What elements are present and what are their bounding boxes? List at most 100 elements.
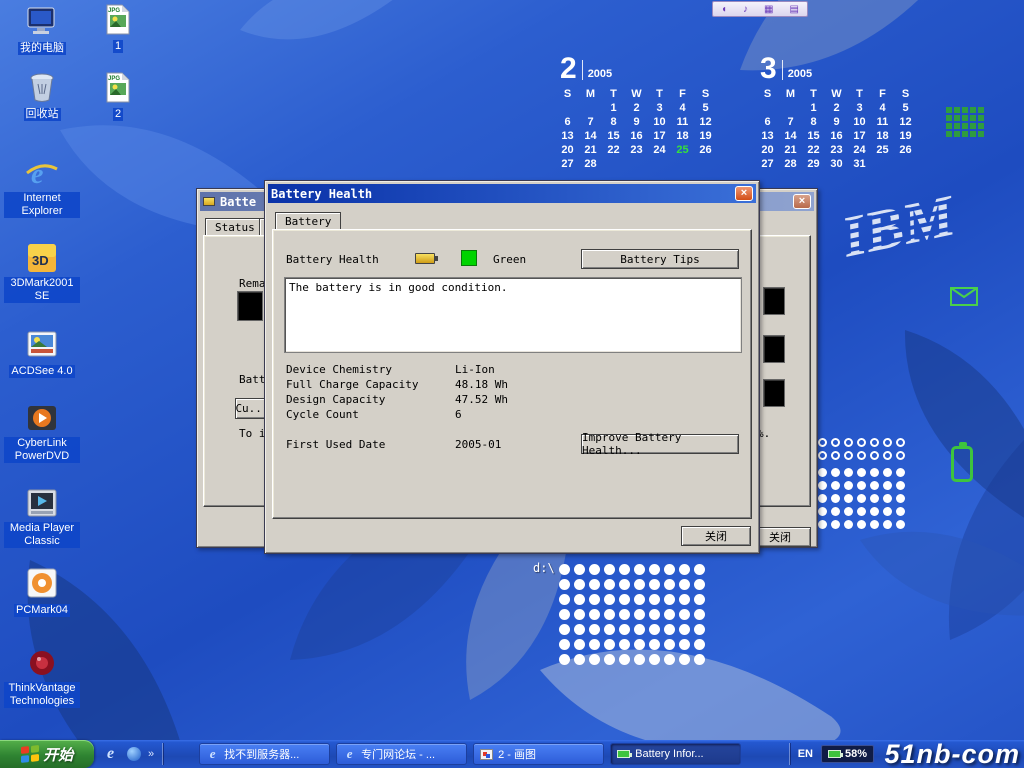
tab-label: Battery	[285, 215, 331, 228]
quicklaunch-ie-icon[interactable]: e	[102, 746, 119, 763]
calendar-header: 3 2005	[760, 52, 921, 82]
deco-dot	[694, 594, 705, 605]
desktop-icon-thinkvantage[interactable]: ThinkVantage Technologies	[4, 646, 80, 709]
calendar-year: 2005	[588, 68, 612, 82]
svg-text:JPG: JPG	[108, 8, 120, 14]
battery-tips-button[interactable]: Battery Tips	[581, 249, 739, 269]
deco-dot	[634, 639, 645, 650]
language-indicator[interactable]: EN	[798, 748, 813, 760]
icon-label: 我的电脑	[18, 42, 66, 55]
system-tray: EN 58%	[789, 740, 1024, 768]
task-label: 2 - 画图	[498, 746, 536, 762]
deco-dot	[870, 481, 879, 490]
calendar-cell: T	[648, 87, 671, 101]
field-value: 47.52 Wh	[455, 393, 508, 406]
calendar-cell: S	[556, 87, 579, 101]
deco-dot	[857, 520, 866, 529]
calendar-cell: 5	[694, 101, 717, 115]
deco-dot	[883, 438, 892, 447]
deco-dot	[619, 609, 630, 620]
battery-health-dialog[interactable]: Battery Health Battery Battery Health Gr…	[264, 180, 760, 554]
desktop-file-1[interactable]: JPG 1	[92, 2, 144, 54]
calendar-cell: 22	[802, 143, 825, 157]
deco-dot	[818, 438, 827, 447]
calendar-cell: 12	[894, 115, 917, 129]
calendar-cell: W	[625, 87, 648, 101]
calendar-cell: 16	[825, 129, 848, 143]
desktop-icon-powerdvd[interactable]: CyberLink PowerDVD	[4, 401, 80, 464]
deco-dot	[896, 507, 905, 516]
to-label: To i	[239, 427, 266, 440]
deco-dot	[604, 564, 615, 575]
calendar-cell	[579, 101, 602, 115]
deco-dot	[679, 609, 690, 620]
desktop-icon-my-computer[interactable]: 我的电脑	[4, 4, 80, 56]
deco-dot	[619, 564, 630, 575]
calendar-month: 2	[560, 56, 577, 82]
music-icon[interactable]: ♪	[743, 4, 748, 15]
deco-dot	[664, 654, 675, 665]
start-button[interactable]: 开始	[0, 740, 94, 768]
close-button[interactable]	[735, 186, 753, 201]
document-icon[interactable]: ▤	[790, 4, 799, 15]
first-used-label: First Used Date	[286, 438, 385, 451]
close-dialog-button[interactable]: 关闭	[681, 526, 751, 546]
calendar-cell: 18	[871, 129, 894, 143]
desktop-icon-3dmark2001[interactable]: 3D 3DMark2001 SE	[4, 241, 80, 304]
calendar-separator	[782, 60, 783, 80]
desktop-icon-internet-explorer[interactable]: e Internet Explorer	[4, 156, 80, 219]
calendar-cell: 24	[848, 143, 871, 157]
quick-launch: e	[94, 746, 162, 763]
speaker-icon[interactable]: ◖	[721, 4, 727, 15]
deco-dot	[883, 507, 892, 516]
calendar-cell	[602, 157, 625, 171]
battery-gauge	[763, 287, 785, 315]
taskbar-task-ie-1[interactable]: e 找不到服务器...	[199, 743, 330, 765]
deco-dot	[857, 438, 866, 447]
deco-dot	[857, 507, 866, 516]
deco-dot	[649, 624, 660, 635]
deco-dot	[818, 494, 827, 503]
deco-dot	[844, 520, 853, 529]
desktop-file-2[interactable]: JPG 2	[92, 70, 144, 122]
deco-dot	[589, 639, 600, 650]
dialog-titlebar[interactable]: Battery Health	[268, 184, 756, 203]
taskbar-task-paint[interactable]: 2 - 画图	[473, 743, 604, 765]
deco-dot	[619, 639, 630, 650]
close-button[interactable]	[793, 194, 811, 209]
deco-dot	[589, 609, 600, 620]
deco-dot	[818, 481, 827, 490]
calendar-cell: 11	[871, 115, 894, 129]
taskbar-task-ie-2[interactable]: e 专门网论坛 - ...	[336, 743, 467, 765]
calendar-cell: 25	[871, 143, 894, 157]
deco-dot	[649, 609, 660, 620]
health-status-swatch	[461, 250, 477, 266]
display-icon[interactable]: ▦	[764, 4, 773, 15]
quicklaunch-expand-chevron[interactable]	[148, 748, 154, 760]
desktop-icon-media-player-classic[interactable]: Media Player Classic	[4, 486, 80, 549]
battery-meter[interactable]: 58%	[821, 745, 874, 763]
button-label: Improve Battery Health...	[582, 431, 738, 457]
improve-battery-health-button[interactable]: Improve Battery Health...	[581, 434, 739, 454]
desktop-icon-pcmark04[interactable]: PCMark04	[4, 566, 80, 618]
battery-gauge	[763, 379, 785, 407]
deco-dot	[604, 654, 615, 665]
icon-label: ACDSee 4.0	[9, 365, 74, 378]
calendar-separator	[582, 60, 583, 80]
calendar-cell	[556, 101, 579, 115]
calendar-cell: 11	[671, 115, 694, 129]
icon-label: Media Player Classic	[4, 522, 80, 548]
desktop-icon-acdsee[interactable]: ACDSee 4.0	[4, 327, 80, 379]
pcmark-icon	[25, 566, 59, 600]
deco-dot	[619, 594, 630, 605]
quicklaunch-media-icon[interactable]	[125, 746, 142, 763]
calendar-cell: 23	[825, 143, 848, 157]
widget-toolbar[interactable]: ◖ ♪ ▦ ▤	[712, 1, 808, 17]
deco-dot	[818, 507, 827, 516]
taskbar-task-battery-information[interactable]: Battery Infor...	[610, 743, 741, 765]
drive-label: d:\	[533, 561, 555, 575]
calendar-cell: F	[671, 87, 694, 101]
calendar-cell: 25	[671, 143, 694, 157]
desktop-icon-recycle-bin[interactable]: 回收站	[4, 70, 80, 122]
deco-dot	[574, 564, 585, 575]
